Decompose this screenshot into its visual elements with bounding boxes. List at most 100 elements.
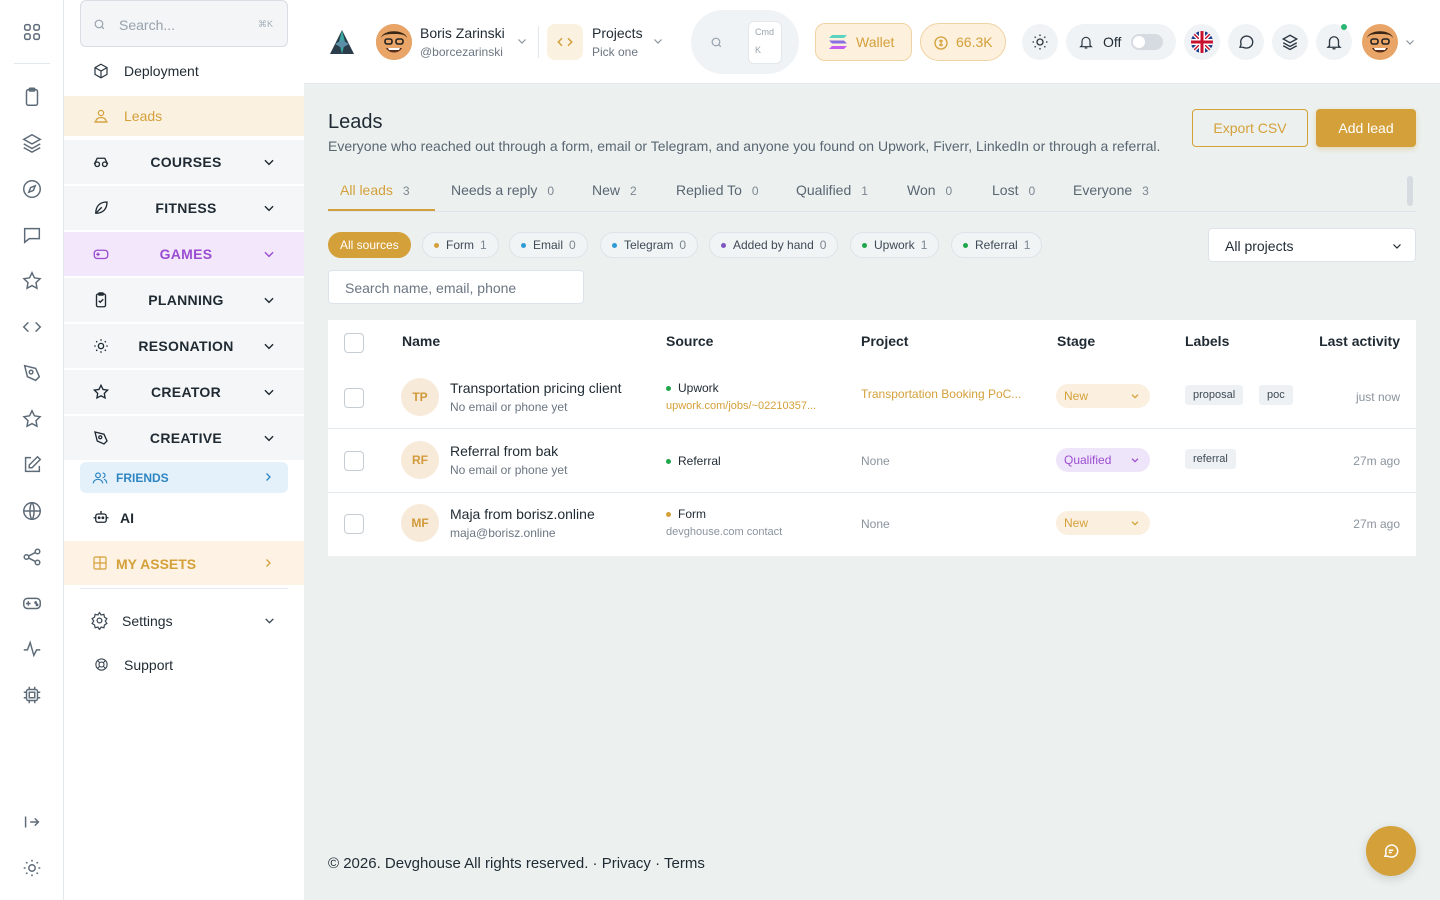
column-header-last-activity[interactable]: Last activity <box>1319 333 1400 349</box>
notifications-button[interactable] <box>1316 24 1352 60</box>
row-checkbox[interactable] <box>344 388 364 408</box>
lead-search-input[interactable]: Search name, email, phone <box>328 270 584 304</box>
layers-button[interactable] <box>1272 24 1308 60</box>
gamepad-icon[interactable] <box>21 592 43 614</box>
sidebar-group-resonation[interactable]: RESONATION <box>64 324 304 368</box>
star-outline-icon[interactable] <box>21 408 43 430</box>
clipboard-icon[interactable] <box>21 86 43 108</box>
chevron-down-icon[interactable] <box>652 35 664 47</box>
lead-name[interactable]: Maja from borisz.online <box>450 506 595 522</box>
row-checkbox[interactable] <box>344 451 364 471</box>
tab-replied-to[interactable]: Replied To 0 <box>676 182 759 198</box>
pen-tool-icon[interactable] <box>21 362 43 384</box>
table-row[interactable]: MF Maja from borisz.online maja@borisz.o… <box>328 493 1416 556</box>
command-search-button[interactable]: Cmd K <box>691 10 799 74</box>
sidebar-item-deployment[interactable]: Deployment <box>64 51 304 91</box>
wallet-button[interactable]: Wallet <box>815 23 912 61</box>
language-button[interactable] <box>1184 24 1220 60</box>
source-chip-referral[interactable]: Referral 1 <box>951 232 1043 258</box>
brand-logo[interactable] <box>326 26 358 58</box>
sidebar-group-games[interactable]: GAMES <box>64 232 304 276</box>
lead-name[interactable]: Transportation pricing client <box>450 380 621 396</box>
active-tab-indicator <box>328 209 435 211</box>
theme-toggle-button[interactable] <box>1022 24 1058 60</box>
tab-lost[interactable]: Lost 0 <box>992 182 1035 198</box>
code-icon[interactable] <box>21 316 43 338</box>
balance-badge[interactable]: 66.3K <box>920 23 1006 61</box>
stage-select[interactable]: Qualified <box>1056 448 1150 472</box>
sidebar-item-my-assets[interactable]: MY ASSETS <box>64 541 304 585</box>
chat-support-button[interactable] <box>1366 826 1416 876</box>
collapse-sidebar-icon[interactable] <box>21 811 43 833</box>
user-menu-avatar[interactable] <box>1362 24 1398 60</box>
activity-icon[interactable] <box>21 638 43 660</box>
apps-grid-icon[interactable] <box>21 21 43 43</box>
source-chip-added-by-hand[interactable]: Added by hand 0 <box>709 232 839 258</box>
chevron-down-icon[interactable] <box>1404 36 1416 48</box>
avatar[interactable] <box>376 24 412 60</box>
notifications-toggle[interactable]: Off <box>1066 24 1176 60</box>
layers-icon[interactable] <box>21 132 43 154</box>
source-chip-email[interactable]: Email 0 <box>509 232 588 258</box>
tab-won[interactable]: Won 0 <box>907 182 952 198</box>
sidebar-group-creative[interactable]: CREATIVE <box>64 416 304 460</box>
select-all-checkbox[interactable] <box>344 333 364 353</box>
source-chip-telegram[interactable]: Telegram 0 <box>600 232 699 258</box>
tab-all-leads[interactable]: All leads 3 <box>340 182 410 198</box>
theme-sun-icon[interactable] <box>21 857 43 879</box>
source-chip-all[interactable]: All sources <box>328 232 411 258</box>
column-header-name[interactable]: Name <box>402 333 440 349</box>
column-header-labels[interactable]: Labels <box>1185 333 1229 349</box>
column-header-project[interactable]: Project <box>861 333 908 349</box>
tab-qualified[interactable]: Qualified 1 <box>796 182 868 198</box>
edit-icon[interactable] <box>21 454 43 476</box>
projects-select[interactable]: All projects <box>1208 228 1416 262</box>
column-header-source[interactable]: Source <box>666 333 713 349</box>
privacy-link[interactable]: Privacy <box>602 855 651 872</box>
sidebar-item-leads[interactable]: Leads <box>64 96 304 136</box>
sidebar-item-support[interactable]: Support <box>64 644 304 684</box>
sidebar-item-friends[interactable]: FRIENDS <box>80 462 288 493</box>
source-chip-upwork[interactable]: Upwork 1 <box>850 232 940 258</box>
ai-label: AI <box>120 510 134 526</box>
compass-icon[interactable] <box>21 178 43 200</box>
add-lead-button[interactable]: Add lead <box>1316 109 1416 147</box>
tabs-scrollbar[interactable] <box>1407 176 1413 206</box>
table-row[interactable]: TP Transportation pricing client No emai… <box>328 366 1416 429</box>
chat-icon[interactable] <box>21 224 43 246</box>
star-icon[interactable] <box>21 270 43 292</box>
source-chip-form[interactable]: Form 1 <box>422 232 499 258</box>
lead-name[interactable]: Referral from bak <box>450 443 558 459</box>
tab-needs-a-reply[interactable]: Needs a reply 0 <box>451 182 554 198</box>
projects-label[interactable]: Projects <box>592 25 643 41</box>
column-header-stage[interactable]: Stage <box>1057 333 1095 349</box>
toggle-switch[interactable] <box>1131 34 1163 50</box>
sidebar-item-settings[interactable]: Settings <box>64 600 304 640</box>
sidebar-group-creator[interactable]: CREATOR <box>64 370 304 414</box>
last-activity: 27m ago <box>1353 454 1400 468</box>
table-row[interactable]: RF Referral from bak No email or phone y… <box>328 430 1416 493</box>
row-checkbox[interactable] <box>344 514 364 534</box>
chip-icon[interactable] <box>21 684 43 706</box>
chip-count: 0 <box>679 238 687 252</box>
tab-new[interactable]: New 2 <box>592 182 637 198</box>
tab-everyone[interactable]: Everyone 3 <box>1073 182 1149 198</box>
export-csv-button[interactable]: Export CSV <box>1192 109 1308 147</box>
share-icon[interactable] <box>21 546 43 568</box>
source-link[interactable]: upwork.com/jobs/~02210357... <box>666 400 816 412</box>
sidebar-group-planning[interactable]: PLANNING <box>64 278 304 322</box>
messages-button[interactable] <box>1228 24 1264 60</box>
terms-link[interactable]: Terms <box>664 855 705 872</box>
sidebar-group-fitness[interactable]: FITNESS <box>64 186 304 230</box>
sidebar-item-ai[interactable]: AI <box>64 496 304 538</box>
stage-select[interactable]: New <box>1056 384 1150 408</box>
sidebar-group-courses[interactable]: COURSES <box>64 140 304 184</box>
stage-select[interactable]: New <box>1056 511 1150 535</box>
code-icon[interactable] <box>547 24 583 60</box>
globe-icon[interactable] <box>21 500 43 522</box>
sidebar-search[interactable]: Search... ⌘K <box>80 0 288 47</box>
project-link[interactable]: Transportation Booking PoC... <box>861 387 1021 401</box>
footer-separator: · <box>655 855 661 872</box>
chip-label: Form <box>446 238 474 252</box>
chevron-down-icon[interactable] <box>516 35 528 47</box>
